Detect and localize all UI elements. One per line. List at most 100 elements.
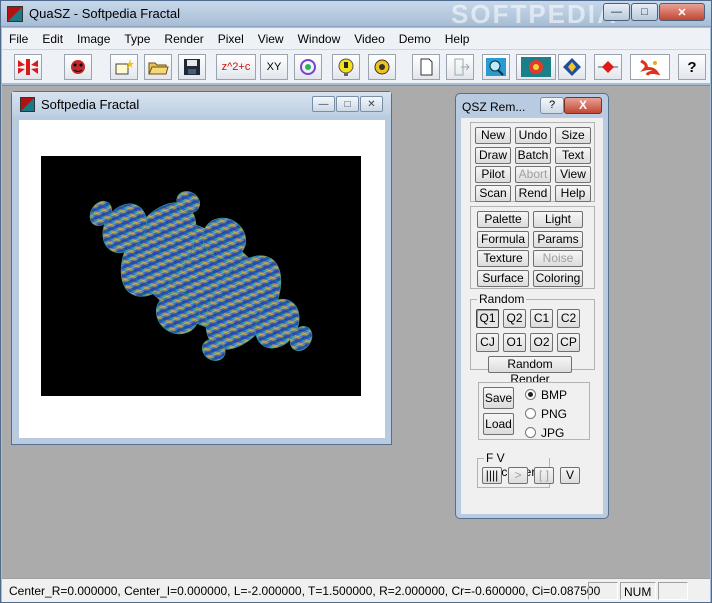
new-page-button[interactable] — [412, 54, 440, 80]
palette-button[interactable] — [294, 54, 322, 80]
menu-demo[interactable]: Demo — [392, 28, 438, 50]
exit-door-icon — [454, 58, 470, 76]
params-panel-button[interactable]: Params — [533, 231, 583, 248]
spider-button[interactable] — [64, 54, 92, 80]
child-maximize-button[interactable]: □ — [336, 96, 359, 112]
random-c2-button[interactable]: C2 — [557, 309, 580, 328]
random-render-button[interactable]: Random Render — [488, 356, 572, 386]
new-sparkle-button[interactable] — [110, 54, 138, 80]
fractal-canvas-area[interactable] — [19, 120, 385, 438]
qsz-title: QSZ Rem... — [462, 100, 526, 114]
save-disk-icon — [184, 59, 200, 75]
menu-image[interactable]: Image — [70, 28, 117, 50]
fractal-window-icon[interactable] — [20, 97, 35, 112]
text-button[interactable]: Text — [555, 147, 591, 164]
window-title: QuaSZ - Softpedia Fractal — [29, 6, 181, 21]
format-png-radio[interactable]: PNG — [525, 406, 595, 422]
texture-panel-button[interactable]: Texture — [477, 250, 529, 267]
child-close-button[interactable]: ✕ — [360, 96, 383, 112]
light-panel-button[interactable]: Light — [533, 211, 583, 228]
caption-buttons: — □ ✕ — [603, 3, 705, 21]
format-bmp-radio[interactable]: BMP — [525, 387, 595, 403]
help-panel-button[interactable]: Help — [555, 185, 591, 202]
format-jpg-label: JPG — [541, 426, 565, 440]
minimize-button[interactable]: — — [603, 3, 630, 21]
fractal-window-caption-buttons: — □ ✕ — [312, 96, 383, 112]
close-icon: ✕ — [367, 98, 376, 110]
open-button[interactable] — [144, 54, 172, 80]
qsz-help-button[interactable]: ? — [540, 97, 564, 114]
random-o1-button[interactable]: O1 — [503, 333, 526, 352]
light-button[interactable] — [332, 54, 360, 80]
qsz-body: New Undo Size Draw Batch Text Pilot Abor… — [461, 118, 603, 514]
zoom-button[interactable] — [482, 54, 510, 80]
menu-file[interactable]: File — [2, 28, 35, 50]
formula-button[interactable]: z^2+c — [216, 54, 256, 80]
render-planet-icon — [521, 57, 551, 77]
recorder-video-button[interactable]: V — [560, 467, 580, 484]
app-icon[interactable] — [7, 6, 23, 22]
abort-button[interactable]: Abort — [515, 166, 551, 183]
record-button[interactable] — [594, 54, 622, 80]
save-button[interactable] — [178, 54, 206, 80]
recorder-stop-button[interactable]: [ ] — [534, 467, 554, 484]
format-jpg-radio[interactable]: JPG — [525, 425, 595, 441]
batch-button[interactable]: Batch — [515, 147, 551, 164]
menu-video[interactable]: Video — [347, 28, 391, 50]
random-cj-button[interactable]: CJ — [476, 333, 499, 352]
random-c1-button[interactable]: C1 — [530, 309, 553, 328]
navigator-button[interactable] — [558, 54, 586, 80]
random-o2-button[interactable]: O2 — [530, 333, 553, 352]
fractal-logo-button[interactable] — [14, 54, 42, 80]
fractal-image[interactable] — [41, 156, 361, 396]
load-file-button[interactable]: Load — [483, 413, 514, 435]
menu-render[interactable]: Render — [157, 28, 210, 50]
rend-button[interactable]: Rend — [515, 185, 551, 202]
format-bmp-label: BMP — [541, 388, 568, 402]
random-group: Random Q1 Q2 C1 C2 CJ O1 O2 CP Random Re… — [470, 292, 595, 386]
child-minimize-button[interactable]: — — [312, 96, 335, 112]
recorder-clear-button[interactable]: |||| — [482, 467, 502, 484]
view-button[interactable]: View — [555, 166, 591, 183]
undo-button[interactable]: Undo — [515, 127, 551, 144]
xy-text-icon: XY — [266, 61, 282, 73]
spider-icon — [71, 60, 85, 74]
random-q1-button[interactable]: Q1 — [476, 309, 499, 328]
save-file-button[interactable]: Save — [483, 387, 514, 409]
draw-button[interactable]: Draw — [475, 147, 511, 164]
menu-help[interactable]: Help — [438, 28, 477, 50]
params-button[interactable] — [368, 54, 396, 80]
xy-button[interactable]: XY — [260, 54, 288, 80]
menu-edit[interactable]: Edit — [35, 28, 70, 50]
fractal-window-title: Softpedia Fractal — [41, 97, 140, 112]
size-button[interactable]: Size — [555, 127, 591, 144]
help-button[interactable]: ? — [678, 54, 706, 80]
random-cp-button[interactable]: CP — [557, 333, 580, 352]
light-bulb-icon — [338, 58, 354, 76]
new-button[interactable]: New — [475, 127, 511, 144]
format-png-label: PNG — [541, 407, 568, 421]
maximize-button[interactable]: □ — [631, 3, 658, 21]
qsz-close-button[interactable]: X — [564, 97, 602, 114]
menu-pixel[interactable]: Pixel — [211, 28, 251, 50]
coloring-panel-button[interactable]: Coloring — [533, 270, 583, 287]
formula-panel-button[interactable]: Formula — [477, 231, 529, 248]
random-q2-button[interactable]: Q2 — [503, 309, 526, 328]
render-button[interactable] — [516, 54, 556, 80]
fractal-logo-icon — [18, 59, 38, 75]
scan-button[interactable]: Scan — [475, 185, 511, 202]
surface-panel-button[interactable]: Surface — [477, 270, 529, 287]
noise-panel-button[interactable]: Noise — [533, 250, 583, 267]
fractal-window-titlebar[interactable]: Softpedia Fractal — □ ✕ — [12, 92, 391, 116]
close-button[interactable]: ✕ — [659, 3, 705, 21]
title-bar[interactable]: QuaSZ - Softpedia Fractal SOFTPEDIA — □ … — [1, 0, 711, 29]
palette-panel-button[interactable]: Palette — [477, 211, 529, 228]
menu-view[interactable]: View — [251, 28, 291, 50]
menu-window[interactable]: Window — [291, 28, 348, 50]
recorder-play-button[interactable]: > — [508, 467, 528, 484]
dragon-button[interactable] — [630, 54, 670, 80]
palette-swirl-icon — [300, 59, 316, 75]
pilot-button[interactable]: Pilot — [475, 166, 511, 183]
exit-button[interactable] — [446, 54, 474, 80]
menu-type[interactable]: Type — [117, 28, 157, 50]
